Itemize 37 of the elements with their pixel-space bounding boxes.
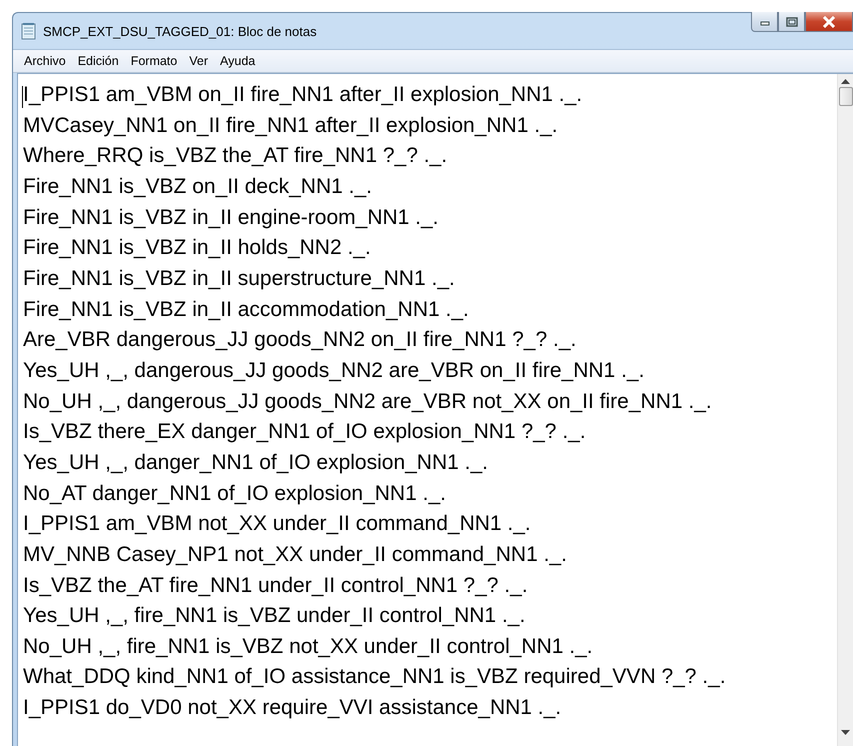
scroll-up-icon[interactable] [841,79,850,84]
vertical-scrollbar[interactable] [837,74,853,746]
menu-item[interactable]: Ver [184,54,213,68]
close-button[interactable] [805,12,853,32]
text-line: No_UH ,_, fire_NN1 is_VBZ not_XX under_II control_NN1 ._. [23,634,594,660]
text-line: MVCasey_NN1 on_II fire_NN1 after_II explosion_NN1 ._. [23,112,559,139]
text-line: Fire_NN1 is_VBZ on_II deck_NN1 ._. [23,174,373,200]
menu-item[interactable]: Ayuda [215,54,260,68]
text-line: Fire_NN1 is_VBZ in_II engine-room_NN1 ._. [23,204,440,231]
text-line: I_PPIS1 do_VD0 not_XX require_VVI assistance_NN1 ._. [23,695,562,722]
text-line: Fire_NN1 is_VBZ in_II holds_NN2 ._. [23,235,372,262]
menu-item[interactable]: Archivo [19,54,71,68]
text-line: MV_NNB Casey_NP1 not_XX under_II command_NN1 ._. [23,542,568,568]
close-icon [822,16,836,28]
text-line: Yes_UH ,_, dangerous_JJ goods_NN2 are_VBR on_II fire_NN1 ._. [23,358,646,384]
text-line: Fire_NN1 is_VBZ in_II accommodation_NN1 ._. [23,296,470,323]
text-line: Yes_UH ,_, fire_NN1 is_VBZ under_II control_NN1 ._. [23,603,526,630]
menu-item[interactable]: Edición [72,54,124,68]
maximize-button[interactable] [778,12,805,32]
text-line: Where_RRQ is_VBZ the_AT fire_NN1 ?_? ._. [23,143,448,170]
scroll-down-icon[interactable] [841,730,850,735]
text-line: No_UH ,_, dangerous_JJ goods_NN2 are_VBR not_XX on_II fire_NN1 ._. [23,388,713,415]
text-line: Are_VBR dangerous_JJ goods_NN2 on_II fire_NN1 ?_? ._. [23,327,578,354]
text-line: I_PPIS1 am_VBM on_II fire_NN1 after_II explosion_NN1 ._. [23,82,584,108]
minimize-button[interactable] [751,12,778,32]
notepad-icon [21,22,37,40]
text-line: What_DDQ kind_NN1 of_IO assistance_NN1 is_VBZ required_VVN ?_? ._. [23,664,727,690]
text-line: I_PPIS1 am_VBM not_XX under_II command_NN1 ._. [23,511,532,538]
maximize-icon [786,16,798,26]
text-line: Fire_NN1 is_VBZ in_II superstructure_NN1 ._. [23,266,456,292]
text-line: Is_VBZ the_AT fire_NN1 under_II control_NN1 ?_? ._. [23,572,529,598]
text-line: No_AT danger_NN1 of_IO explosion_NN1 ._. [23,480,447,507]
window-title: SMCP_EXT_DSU_TAGGED_01: Bloc de notas [43,24,318,38]
text-line: Yes_UH ,_, danger_NN1 of_IO explosion_NN1 ._. [23,450,489,476]
menu-item[interactable]: Formato [126,54,182,68]
scroll-thumb[interactable] [838,87,852,106]
text-line: Is_VBZ there_EX danger_NN1 of_IO explosion_NN1 ?_? ._. [23,419,587,446]
